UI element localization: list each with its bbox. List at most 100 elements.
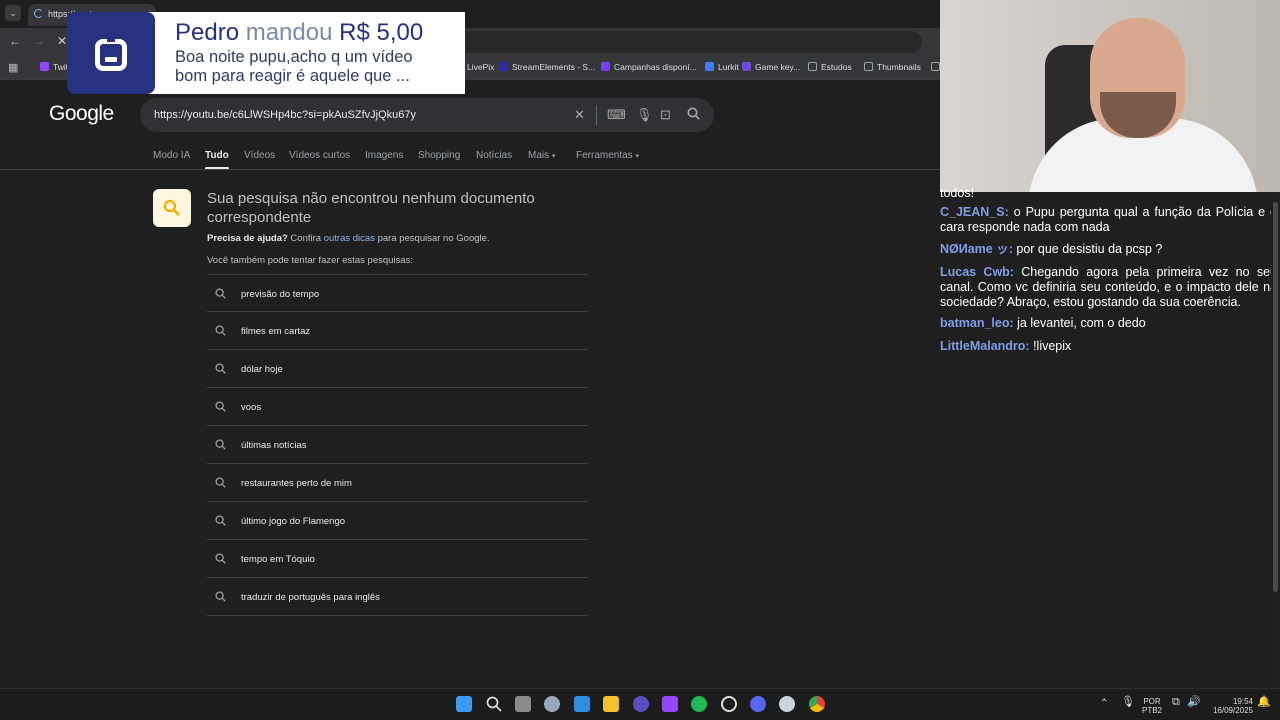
task-view-icon[interactable] xyxy=(515,696,531,712)
chat-username[interactable]: Lucas Cwb: xyxy=(940,265,1014,279)
search-icon xyxy=(215,288,226,299)
photos-icon[interactable] xyxy=(574,696,590,712)
stop-loading-icon[interactable]: ✕ xyxy=(57,34,67,48)
chat-message: C_JEAN_S: o Pupu pergunta qual a função … xyxy=(940,205,1277,234)
tab-videos-curtos[interactable]: Vídeos curtos xyxy=(289,150,350,161)
chat-panel: todos! C_JEAN_S: o Pupu pergunta qual a … xyxy=(940,186,1280,688)
suggestion-item[interactable]: último jogo do Flamengo xyxy=(207,502,588,540)
tab-mais[interactable]: Mais ▾ xyxy=(528,150,555,161)
obs-icon[interactable] xyxy=(721,696,737,712)
chat-message: LittleMalandro: !livepix xyxy=(940,339,1072,353)
tab-ferramentas[interactable]: Ferramentas ▾ xyxy=(576,150,639,161)
clear-icon[interactable]: ✕ xyxy=(574,107,585,123)
steam-icon[interactable] xyxy=(779,696,795,712)
logo-notch xyxy=(107,34,115,42)
bookmark-folder[interactable]: Thumbnails xyxy=(864,62,921,72)
tab-shopping[interactable]: Shopping xyxy=(418,150,460,161)
suggestion-item[interactable]: restaurantes perto de mim xyxy=(207,464,588,502)
suggestion-item[interactable]: previsão do tempo xyxy=(207,274,588,312)
search-divider xyxy=(596,105,597,125)
windows-taskbar: ⌃ 🎙 POR PTB2 ⧉ 🔊 19:54 16/09/2025 🔔 xyxy=(0,688,1280,720)
folder-icon xyxy=(808,62,817,71)
screen: ⌄ https://yout ← → ✕ ▦ Twit LivePix Stre… xyxy=(0,0,1280,720)
app-icon[interactable] xyxy=(633,696,649,712)
suggestion-item[interactable]: dólar hoje xyxy=(207,350,588,388)
volume-icon[interactable]: 🔊 xyxy=(1187,697,1201,708)
tab-modo-ia[interactable]: Modo IA xyxy=(153,150,190,161)
search-icon xyxy=(215,515,226,526)
notifications-icon[interactable]: 🔔 xyxy=(1257,697,1271,708)
folder-icon xyxy=(864,62,873,71)
chat-username[interactable]: NØИame ッ: xyxy=(940,242,1013,256)
suggestion-item[interactable]: últimas notícias xyxy=(207,426,588,464)
apps-grid-icon[interactable]: ▦ xyxy=(8,61,18,74)
network-icon[interactable]: ⧉ xyxy=(1172,697,1180,708)
lens-icon[interactable]: ⊡ xyxy=(660,107,671,123)
windows-start-icon[interactable] xyxy=(456,696,472,712)
suggestion-list: previsão do tempo filmes em cartaz dólar… xyxy=(207,274,588,616)
twitch-icon xyxy=(40,62,49,71)
search-icon xyxy=(215,401,226,412)
app-icon[interactable] xyxy=(662,696,678,712)
language-indicator[interactable]: POR PTB2 xyxy=(1142,697,1162,715)
back-arrow-icon[interactable]: ← xyxy=(9,34,21,48)
tips-link[interactable]: outras dicas xyxy=(324,233,375,244)
search-icon xyxy=(215,439,226,450)
alert-title: Pedro mandou R$ 5,00 xyxy=(175,19,424,46)
alert-message: Boa noite pupu,acho q um vídeo bom para … xyxy=(175,48,413,85)
tab-tudo[interactable]: Tudo xyxy=(205,150,229,170)
clock[interactable]: 19:54 16/09/2025 xyxy=(1207,697,1253,715)
spotify-icon[interactable] xyxy=(691,696,707,712)
chrome-icon[interactable] xyxy=(809,696,825,712)
tray-overflow-icon[interactable]: ⌃ xyxy=(1100,699,1108,709)
suggestion-item[interactable]: traduzir de português para inglês xyxy=(207,578,588,616)
settings-gear-icon[interactable] xyxy=(544,696,560,712)
tab-imagens[interactable]: Imagens xyxy=(365,150,403,161)
livepix-logo xyxy=(67,12,155,94)
chat-message: NØИame ッ: por que desistiu da pcsp ? xyxy=(940,242,1163,256)
chat-username[interactable]: LittleMalandro: xyxy=(940,339,1030,353)
suggestion-item[interactable]: tempo em Tóquio xyxy=(207,540,588,578)
search-input[interactable]: https://youtu.be/c6LlWSHp4bc?si=pkAuSZfv… xyxy=(154,109,416,121)
livepix-logo-icon xyxy=(95,39,127,71)
webcam-feed xyxy=(940,0,1280,192)
chat-scrollbar[interactable] xyxy=(1271,192,1280,688)
keyboard-icon[interactable]: ⌨ xyxy=(607,107,626,123)
bookmark-item[interactable]: Twit xyxy=(40,62,68,72)
donation-alert: Pedro mandou R$ 5,00 Boa noite pupu,acho… xyxy=(67,12,465,94)
search-icon xyxy=(215,591,226,602)
search-icon xyxy=(215,477,226,488)
google-results-page: Google https://youtu.be/c6LlWSHp4bc?si=p… xyxy=(0,80,940,688)
microphone-icon[interactable]: 🎙 xyxy=(636,107,653,123)
campaigns-icon xyxy=(601,62,610,71)
forward-arrow-icon[interactable]: → xyxy=(33,34,45,48)
tab-videos[interactable]: Vídeos xyxy=(244,150,275,161)
tabs-divider xyxy=(0,169,940,170)
search-icon[interactable] xyxy=(687,107,700,123)
loading-spinner-icon xyxy=(34,9,43,18)
dropdown-arrow-icon: ▾ xyxy=(635,153,639,160)
microphone-icon[interactable]: 🎙 xyxy=(1121,697,1135,708)
search-icon xyxy=(215,325,226,336)
chat-username[interactable]: C_JEAN_S: xyxy=(940,205,1009,219)
file-explorer-icon[interactable] xyxy=(603,696,619,712)
bookmark-item[interactable]: Campanhas disponí... xyxy=(601,62,697,72)
chat-username[interactable]: batman_leo: xyxy=(940,316,1014,330)
try-searches-label: Você também pode tentar fazer estas pesq… xyxy=(207,255,413,266)
bookmark-item[interactable]: Game key... xyxy=(742,62,800,72)
chat-scrollbar-thumb[interactable] xyxy=(1273,202,1278,592)
suggestion-item[interactable]: filmes em cartaz xyxy=(207,312,588,350)
taskbar-search-icon[interactable] xyxy=(486,696,502,712)
tab-noticias[interactable]: Notícias xyxy=(476,150,512,161)
bookmark-item[interactable]: StreamElements - S... xyxy=(499,62,595,72)
bookmark-item[interactable]: Lurkit xyxy=(705,62,739,72)
tab-search-chevron-icon[interactable]: ⌄ xyxy=(5,5,21,21)
google-logo[interactable]: Google xyxy=(49,102,114,126)
streamelements-icon xyxy=(499,62,508,71)
discord-icon[interactable] xyxy=(750,696,766,712)
suggestion-item[interactable]: voos xyxy=(207,388,588,426)
search-box[interactable]: https://youtu.be/c6LlWSHp4bc?si=pkAuSZfv… xyxy=(140,98,714,132)
bookmark-folder[interactable]: Estudos xyxy=(808,62,852,72)
chat-message: Lucas Cwb: Chegando agora pela primeira … xyxy=(940,265,1278,309)
folder-icon xyxy=(931,62,940,71)
